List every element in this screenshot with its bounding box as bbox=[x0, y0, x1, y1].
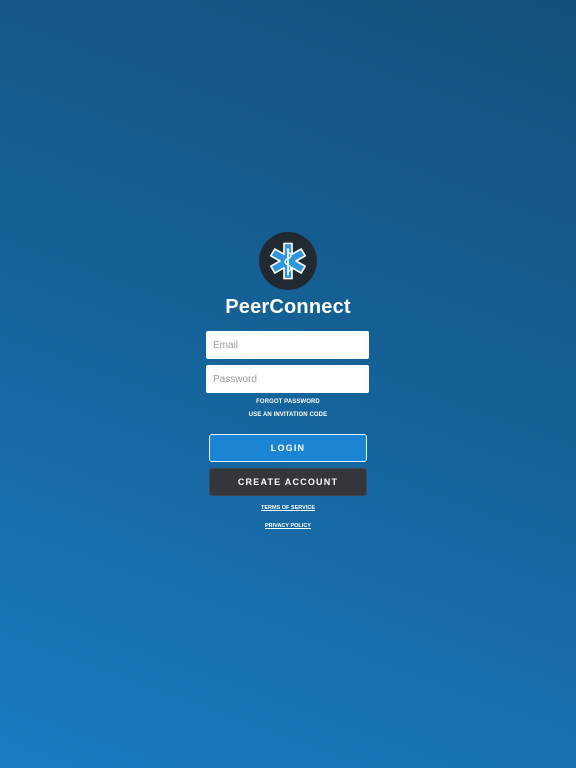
password-input[interactable] bbox=[206, 365, 369, 393]
terms-of-service-link[interactable]: TERMS OF SERVICE bbox=[0, 505, 576, 511]
star-of-life-logo-icon bbox=[259, 232, 317, 290]
email-input[interactable] bbox=[206, 331, 369, 359]
login-screen: PeerConnect FORGOT PASSWORD USE AN INVIT… bbox=[0, 0, 576, 768]
login-button[interactable]: LOGIN bbox=[209, 434, 367, 462]
privacy-policy-link[interactable]: PRIVACY POLICY bbox=[0, 523, 576, 529]
forgot-password-link[interactable]: FORGOT PASSWORD bbox=[0, 399, 576, 405]
create-account-button[interactable]: CREATE ACCOUNT bbox=[209, 468, 367, 496]
app-title: PeerConnect bbox=[225, 296, 351, 318]
invitation-code-link[interactable]: USE AN INVITATION CODE bbox=[0, 412, 576, 418]
